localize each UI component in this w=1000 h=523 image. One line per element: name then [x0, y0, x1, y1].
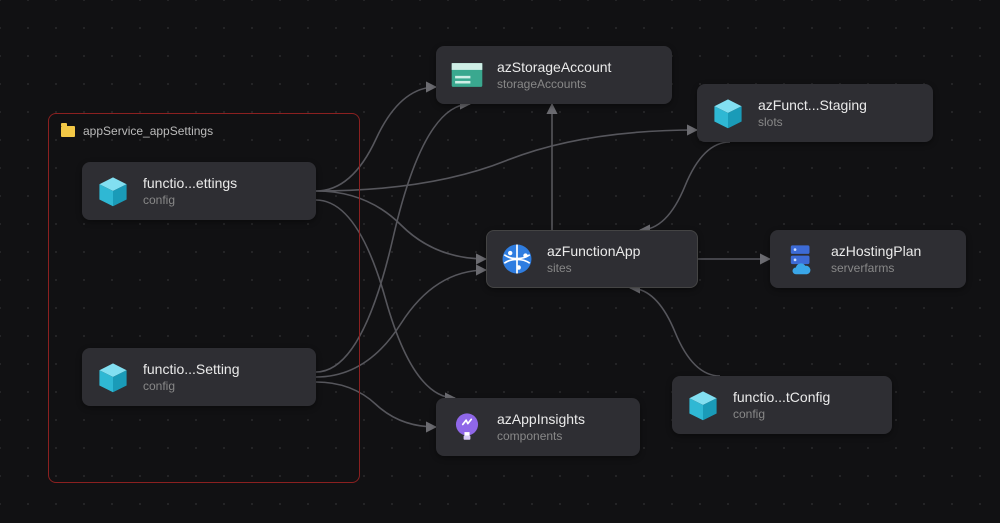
node-title: azAppInsights: [497, 411, 585, 427]
node-title: functio...Setting: [143, 361, 240, 377]
edge-n_staging-n_funcapp: [640, 142, 730, 230]
node-funcapp[interactable]: azFunctionApp sites: [486, 230, 698, 288]
node-title: azFunctionApp: [547, 243, 640, 259]
node-title: azHostingPlan: [831, 243, 921, 259]
node-subtitle: storageAccounts: [497, 77, 611, 91]
node-staging[interactable]: azFunct...Staging slots: [697, 84, 933, 142]
node-text: functio...Setting config: [143, 361, 240, 393]
node-storage[interactable]: azStorageAccount storageAccounts: [436, 46, 672, 104]
folder-icon: [61, 126, 75, 137]
storage-icon: [449, 57, 485, 93]
cube-icon: [685, 387, 721, 423]
group-header: appService_appSettings: [49, 114, 359, 148]
bulb-icon: [449, 409, 485, 445]
cube-icon: [95, 173, 131, 209]
node-text: functio...tConfig config: [733, 389, 830, 421]
node-subtitle: config: [143, 193, 237, 207]
node-title: azStorageAccount: [497, 59, 611, 75]
node-subtitle: serverfarms: [831, 261, 921, 275]
node-title: functio...tConfig: [733, 389, 830, 405]
node-subtitle: slots: [758, 115, 867, 129]
globe-icon: [499, 241, 535, 277]
node-subtitle: config: [733, 407, 830, 421]
node-subtitle: components: [497, 429, 585, 443]
diagram-canvas[interactable]: appService_appSettings functio...ettings…: [0, 0, 1000, 523]
node-text: functio...ettings config: [143, 175, 237, 207]
edge-n_settings1-n_staging: [316, 130, 697, 191]
node-funcconfig[interactable]: functio...tConfig config: [672, 376, 892, 434]
cube-icon: [95, 359, 131, 395]
node-title: azFunct...Staging: [758, 97, 867, 113]
node-subtitle: sites: [547, 261, 640, 275]
node-text: azFunctionApp sites: [547, 243, 640, 275]
node-settings1[interactable]: functio...ettings config: [82, 162, 316, 220]
node-text: azStorageAccount storageAccounts: [497, 59, 611, 91]
cube-icon: [710, 95, 746, 131]
node-text: azHostingPlan serverfarms: [831, 243, 921, 275]
node-subtitle: config: [143, 379, 240, 393]
node-settings2[interactable]: functio...Setting config: [82, 348, 316, 406]
node-appinsights[interactable]: azAppInsights components: [436, 398, 640, 456]
node-text: azAppInsights components: [497, 411, 585, 443]
node-title: functio...ettings: [143, 175, 237, 191]
group-label: appService_appSettings: [83, 124, 213, 138]
edge-n_funcconfig-n_funcapp: [630, 288, 720, 376]
srv-icon: [783, 241, 819, 277]
node-text: azFunct...Staging slots: [758, 97, 867, 129]
node-hosting[interactable]: azHostingPlan serverfarms: [770, 230, 966, 288]
